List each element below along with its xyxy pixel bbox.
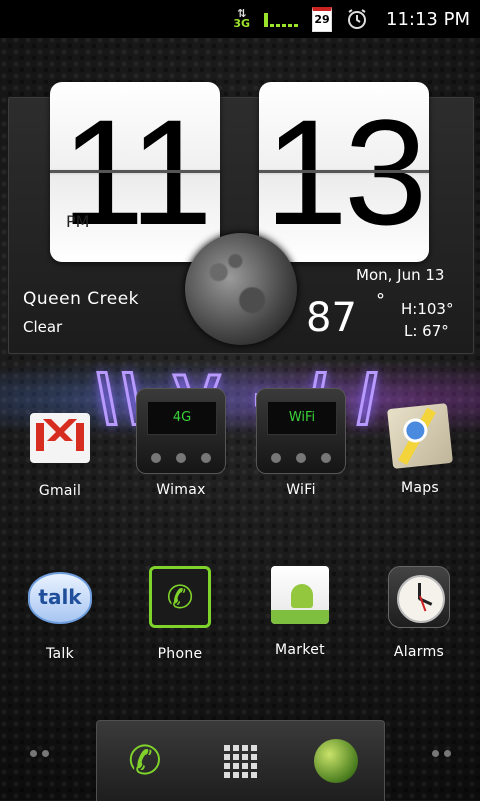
app-label: WiFi [286, 482, 316, 498]
app-label: Talk [45, 646, 74, 662]
talk-icon: talk [28, 572, 92, 624]
app-label: Wimax [156, 482, 206, 498]
status-time: 11:13 PM [386, 8, 470, 30]
wifi-toggle-icon: WiFi [256, 388, 346, 474]
calendar-icon: 29 [312, 6, 333, 32]
clock-ampm: PM [66, 212, 90, 231]
minute-flip-card[interactable]: 13 [259, 82, 429, 262]
market-icon [271, 566, 329, 624]
gmail-icon [30, 413, 90, 463]
page-indicator-right[interactable] [432, 750, 451, 757]
app-phone[interactable]: ✆ Phone [130, 566, 230, 662]
app-wifi[interactable]: WiFi WiFi [251, 388, 351, 498]
app-alarms[interactable]: Alarms [369, 566, 469, 660]
calendar-day: 29 [312, 6, 333, 32]
weather-location: Queen Creek [23, 289, 139, 309]
weather-condition: Clear [23, 318, 63, 336]
browser-globe-icon[interactable] [306, 731, 366, 791]
app-label: Gmail [38, 483, 82, 499]
app-talk[interactable]: talk Talk [10, 566, 110, 662]
alarms-icon [388, 566, 450, 628]
weather-high: H:103° [401, 300, 454, 318]
wifi-screen-text: WiFi [267, 401, 337, 435]
dock-bar: ✆ [96, 720, 385, 801]
degree-symbol: ° [376, 290, 385, 311]
app-maps[interactable]: Maps [370, 403, 470, 496]
wimax-toggle-icon: 4G [136, 388, 226, 474]
hour-flip-card[interactable]: 11 PM [50, 82, 220, 262]
app-label: Market [275, 642, 325, 658]
weather-temperature: 87 [306, 295, 357, 341]
app-drawer-icon[interactable] [210, 731, 270, 791]
flip-divider [259, 170, 429, 173]
weather-low: L: 67° [404, 322, 449, 340]
app-label: Maps [400, 480, 440, 496]
app-gmail[interactable]: Gmail [10, 408, 110, 499]
phone-icon: ✆ [149, 566, 211, 628]
status-bar: ⇅ 3G 29 11:13 PM [0, 0, 480, 38]
flip-divider [50, 170, 220, 173]
app-market[interactable]: Market [250, 566, 350, 658]
wimax-screen-text: 4G [147, 401, 217, 435]
moon-icon [185, 233, 297, 345]
signal-icon [264, 11, 299, 27]
app-wimax[interactable]: 4G Wimax [131, 388, 231, 498]
dock-phone-icon[interactable]: ✆ [115, 731, 175, 791]
network-type: 3G [233, 17, 251, 30]
app-label: Alarms [393, 644, 445, 660]
app-label: Phone [157, 646, 203, 662]
data-arrows-icon: ⇅ 3G [233, 7, 251, 30]
widget-date: Mon, Jun 13 [356, 266, 445, 284]
page-indicator-left[interactable] [30, 750, 49, 757]
alarm-clock-icon [346, 8, 368, 30]
maps-icon [387, 403, 453, 469]
